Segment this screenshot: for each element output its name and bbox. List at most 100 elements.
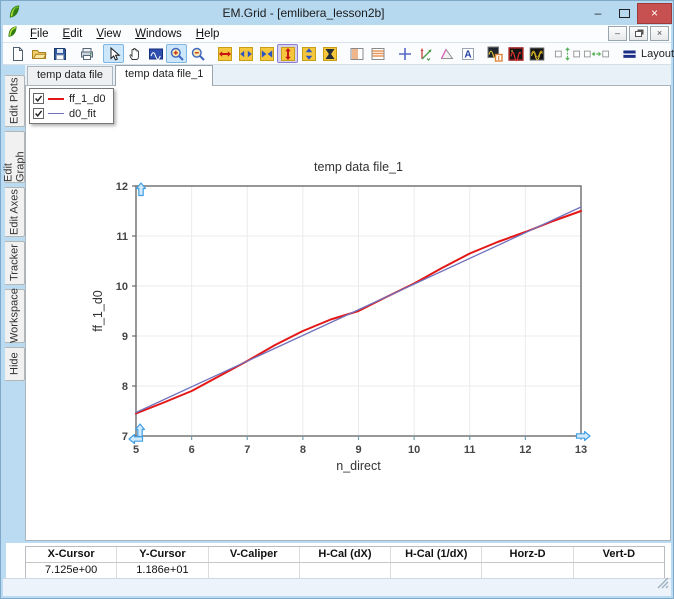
- arrows-out-x-icon: [238, 46, 254, 62]
- x-tick-label: 6: [189, 444, 195, 456]
- readout-value-y-cursor: 1.186e+01: [116, 563, 207, 578]
- legend-item: ff_1_d0: [33, 91, 106, 106]
- inset-plot-icon: [487, 46, 503, 62]
- menu-windows[interactable]: Windows: [128, 27, 189, 41]
- open-folder-icon: [31, 46, 47, 62]
- readout-value-vert-d: [573, 563, 664, 578]
- save-button[interactable]: [49, 44, 70, 63]
- readout-col-horz-d: Horz-D: [481, 547, 572, 562]
- crosshair-icon: [397, 46, 413, 62]
- arrows-in-x-icon: [259, 46, 275, 62]
- open-file-button[interactable]: [28, 44, 49, 63]
- y-tick-label: 12: [116, 181, 128, 193]
- window-title: EM.Grid - [emlibera_lesson2b]: [22, 6, 585, 20]
- y-tick-label: 9: [122, 331, 128, 343]
- app-window: EM.Grid - [emlibera_lesson2b] – × File E…: [0, 0, 674, 599]
- sidebar-tab-tracker[interactable]: Tracker: [5, 241, 25, 285]
- menu-file[interactable]: File: [23, 27, 56, 41]
- layout-dropdown-button[interactable]: Layout: [617, 44, 674, 63]
- axes-tool-button[interactable]: [415, 44, 436, 63]
- select-arrow-icon: [106, 46, 122, 62]
- zoom-in-button[interactable]: [166, 44, 187, 63]
- readout-value-horz-d: [481, 563, 572, 578]
- x-tick-label: 13: [575, 444, 587, 456]
- panel-rows-button[interactable]: [367, 44, 388, 63]
- inset-plot-button[interactable]: [484, 44, 505, 63]
- distribute-vertical-button[interactable]: [553, 44, 582, 63]
- close-button[interactable]: ×: [637, 3, 672, 24]
- caliper-button[interactable]: [436, 44, 457, 63]
- expand-y-button[interactable]: [277, 44, 298, 63]
- text-label-button[interactable]: A: [457, 44, 478, 63]
- menu-edit[interactable]: Edit: [56, 27, 90, 41]
- readout-col-h-cal-dx: H-Cal (dX): [299, 547, 390, 562]
- minimize-button[interactable]: –: [585, 4, 611, 23]
- wave-yellow-button[interactable]: [526, 44, 547, 63]
- x-tick-label: 5: [133, 444, 139, 456]
- plot-cursor-button[interactable]: [145, 44, 166, 63]
- main-area: Edit Plots Edit Graph Edit Axes Tracker …: [3, 65, 671, 541]
- legend-item: d0_fit: [33, 106, 106, 121]
- doc-tab-temp-data-file-1[interactable]: temp data file_1: [115, 65, 213, 86]
- x-tick-label: 9: [355, 444, 361, 456]
- menu-view[interactable]: View: [89, 27, 128, 41]
- sidebar-tab-hide[interactable]: Hide: [5, 347, 25, 381]
- resize-grip[interactable]: [657, 576, 669, 594]
- status-bar: [3, 578, 671, 596]
- mdi-minimize-button[interactable]: –: [608, 26, 627, 41]
- distribute-horizontal-icon: [583, 46, 610, 62]
- crosshair-button[interactable]: [394, 44, 415, 63]
- pan-hand-icon: [127, 46, 143, 62]
- axis-handle-origin-up[interactable]: [136, 424, 145, 437]
- mdi-close-button[interactable]: ×: [650, 26, 669, 41]
- menu-help[interactable]: Help: [189, 27, 227, 41]
- expand-x-button[interactable]: [214, 44, 235, 63]
- mdi-restore-button[interactable]: [629, 26, 648, 41]
- title-bar: EM.Grid - [emlibera_lesson2b] – ×: [1, 1, 673, 25]
- wave-red-button[interactable]: [505, 44, 526, 63]
- x-tick-label: 8: [300, 444, 306, 456]
- app-logo-icon: [7, 4, 22, 24]
- expand-x-icon: [217, 46, 233, 62]
- arrows-out-x-button[interactable]: [235, 44, 256, 63]
- sidebar-tab-edit-axes[interactable]: Edit Axes: [5, 187, 25, 237]
- panel-columns-icon: [349, 46, 365, 62]
- new-file-button[interactable]: [7, 44, 28, 63]
- zoom-out-button[interactable]: [187, 44, 208, 63]
- chart-canvas[interactable]: 5678910111213789101112temp data file_1n_…: [26, 86, 670, 538]
- legend-checkbox-d0-fit[interactable]: [33, 108, 44, 119]
- legend-checkbox-ff-1-d0[interactable]: [33, 93, 44, 104]
- select-tool-button[interactable]: [103, 44, 124, 63]
- sidebar-tab-edit-graph[interactable]: Edit Graph: [5, 131, 25, 183]
- legend-line-sample: [48, 98, 64, 100]
- axes-tool-icon: [418, 46, 434, 62]
- print-button[interactable]: [76, 44, 97, 63]
- wave-red-icon: [508, 46, 524, 62]
- y-tick-label: 8: [122, 381, 128, 393]
- y-axis-label: ff_1_d0: [91, 290, 105, 332]
- y-tick-label: 7: [122, 431, 128, 443]
- sidebar-tab-workspace[interactable]: Workspace: [5, 289, 25, 343]
- readout-zone: X-Cursor Y-Cursor V-Caliper H-Cal (dX) H…: [6, 543, 671, 581]
- y-tick-label: 11: [116, 231, 128, 243]
- document-area: temp data file temp data file_1 ff_1_d0 …: [25, 65, 671, 541]
- axis-handle-bottom-right[interactable]: [577, 432, 591, 441]
- readout-col-x-cursor: X-Cursor: [26, 547, 116, 562]
- maximize-button[interactable]: [611, 4, 637, 23]
- distribute-horizontal-button[interactable]: [582, 44, 611, 63]
- sidebar-tab-edit-plots[interactable]: Edit Plots: [5, 75, 25, 127]
- wave-yellow-icon: [529, 46, 545, 62]
- document-logo-icon: [6, 25, 19, 43]
- panel-columns-button[interactable]: [346, 44, 367, 63]
- collapse-y-button[interactable]: [319, 44, 340, 63]
- legend-box: ff_1_d0 d0_fit: [29, 88, 114, 124]
- axis-handle-top-left[interactable]: [137, 183, 146, 196]
- readout-col-h-cal-1dx: H-Cal (1/dX): [390, 547, 481, 562]
- doc-tab-temp-data-file[interactable]: temp data file: [27, 66, 113, 85]
- panel-rows-icon: [370, 46, 386, 62]
- arrows-out-y-button[interactable]: [298, 44, 319, 63]
- readout-col-vert-d: Vert-D: [573, 547, 664, 562]
- zoom-out-icon: [190, 46, 206, 62]
- arrows-in-x-button[interactable]: [256, 44, 277, 63]
- pan-tool-button[interactable]: [124, 44, 145, 63]
